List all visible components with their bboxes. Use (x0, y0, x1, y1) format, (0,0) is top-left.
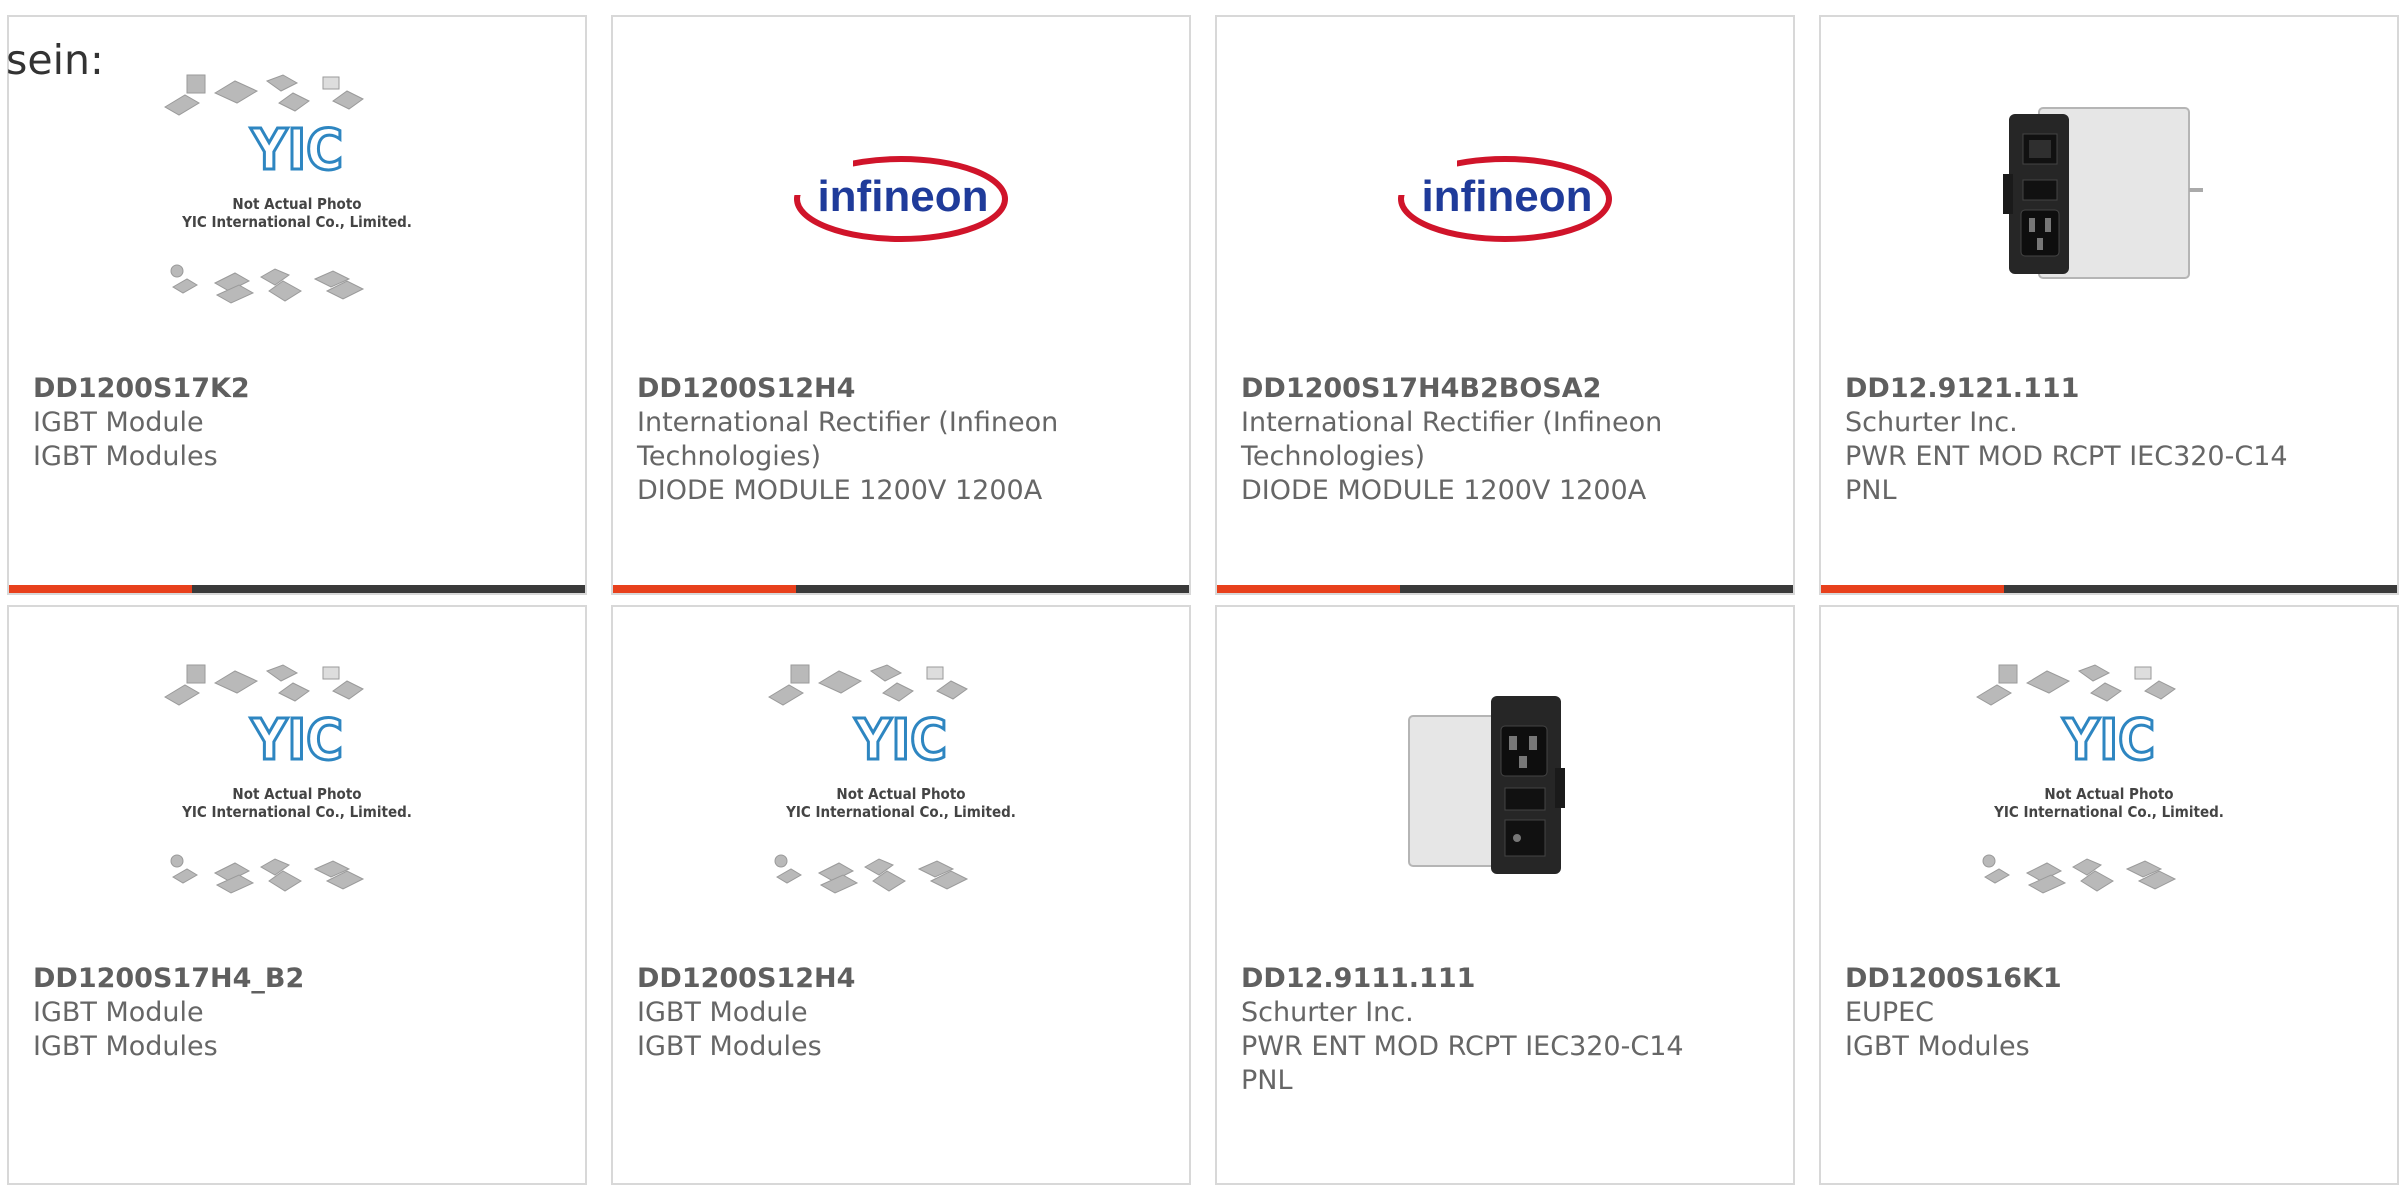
card-accent-bar (1217, 585, 1400, 593)
product-info: DD12.9121.111 Schurter Inc. PWR ENT MOD … (1845, 372, 2373, 508)
product-card[interactable]: DD12.9111.111 Schurter Inc. PWR ENT MOD … (1215, 605, 1795, 1185)
svg-text:Not Actual Photo: Not Actual Photo (2044, 785, 2173, 803)
part-number-link[interactable]: DD1200S17H4_B2 (33, 962, 561, 996)
product-manufacturer-cont: Technologies) (637, 441, 821, 472)
product-description: DIODE MODULE 1200V 1200A (1241, 475, 1647, 506)
product-card[interactable]: DD12.9121.111 Schurter Inc. PWR ENT MOD … (1819, 15, 2399, 595)
power-entry-module-photo (1408, 696, 1565, 874)
yic-placeholder-image: YIC Not Actual Photo YIC International C… (768, 664, 1016, 894)
product-image[interactable]: infineon (1217, 73, 1793, 323)
product-card[interactable]: YIC Not Actual Photo YIC International C… (1819, 605, 2399, 1185)
product-card[interactable]: infineon DD1200S12H4 International Recti… (611, 15, 1191, 595)
product-image[interactable] (1821, 73, 2397, 323)
product-info: DD12.9111.111 Schurter Inc. PWR ENT MOD … (1241, 962, 1769, 1098)
card-accent-bar (9, 585, 192, 593)
part-number-link[interactable]: DD12.9121.111 (1845, 372, 2373, 406)
yic-logo: YIC (2062, 708, 2155, 773)
part-number-link[interactable]: DD12.9111.111 (1241, 962, 1769, 996)
svg-text:Not Actual Photo: Not Actual Photo (836, 785, 965, 803)
product-manufacturer: Schurter Inc. (1241, 997, 1414, 1028)
yic-placeholder-image: YIC Not Actual Photo YIC International C… (164, 664, 412, 894)
infineon-logo: infineon (1397, 155, 1612, 242)
product-description: DIODE MODULE 1200V 1200A (637, 475, 1043, 506)
product-description: PWR ENT MOD RCPT IEC320-C14 (1241, 1031, 1684, 1062)
product-image[interactable]: YIC Not Actual Photo YIC International C… (1821, 663, 2397, 913)
svg-text:YIC International Co., Limited: YIC International Co., Limited. (1993, 803, 2224, 821)
svg-text:YIC International Co., Limited: YIC International Co., Limited. (181, 803, 412, 821)
product-card[interactable]: YIC Not Actual Photo YIC International C… (7, 605, 587, 1185)
product-info: DD1200S12H4 IGBT Module IGBT Modules (637, 962, 1165, 1064)
product-card[interactable]: YIC Not Actual Photo YIC International C… (7, 15, 587, 595)
product-info: DD1200S16K1 EUPEC IGBT Modules (1845, 962, 2373, 1064)
yic-logo: YIC (250, 118, 343, 183)
product-manufacturer: International Rectifier (Infineon (1241, 407, 1663, 438)
product-image[interactable]: YIC Not Actual Photo YIC International C… (613, 663, 1189, 913)
power-entry-module-photo (2003, 107, 2203, 279)
product-manufacturer-cont: Technologies) (1241, 441, 1425, 472)
product-info: DD1200S17H4_B2 IGBT Module IGBT Modules (33, 962, 561, 1064)
card-hover-bar (1217, 585, 1793, 593)
product-image[interactable] (1217, 663, 1793, 913)
product-manufacturer: IGBT Module (33, 997, 204, 1028)
svg-text:Not Actual Photo: Not Actual Photo (232, 195, 361, 213)
card-accent-bar (613, 585, 796, 593)
svg-text:Not Actual Photo: Not Actual Photo (232, 785, 361, 803)
product-description: IGBT Modules (637, 1031, 822, 1062)
svg-text:infineon: infineon (817, 172, 988, 221)
card-hover-bar (1821, 585, 2397, 593)
part-number-link[interactable]: DD1200S12H4 (637, 962, 1165, 996)
part-number-link[interactable]: DD1200S17H4B2BOSA2 (1241, 372, 1769, 406)
product-manufacturer: International Rectifier (Infineon (637, 407, 1059, 438)
yic-placeholder-image: YIC Not Actual Photo YIC International C… (1976, 664, 2224, 894)
yic-logo: YIC (250, 708, 343, 773)
product-description: IGBT Modules (33, 1031, 218, 1062)
product-info: DD1200S12H4 International Rectifier (Inf… (637, 372, 1165, 508)
product-image[interactable]: YIC Not Actual Photo YIC International C… (9, 73, 585, 323)
product-description-cont: PNL (1845, 475, 1897, 506)
yic-placeholder-image: YIC Not Actual Photo YIC International C… (164, 74, 412, 304)
product-image[interactable]: infineon (613, 73, 1189, 323)
section-heading-partial: sein: (6, 36, 104, 84)
product-manufacturer: IGBT Module (637, 997, 808, 1028)
part-number-link[interactable]: DD1200S16K1 (1845, 962, 2373, 996)
svg-text:YIC International Co., Limited: YIC International Co., Limited. (181, 213, 412, 231)
product-image[interactable]: YIC Not Actual Photo YIC International C… (9, 663, 585, 913)
part-number-link[interactable]: DD1200S17K2 (33, 372, 561, 406)
product-description: PWR ENT MOD RCPT IEC320-C14 (1845, 441, 2288, 472)
product-manufacturer: EUPEC (1845, 997, 1935, 1028)
card-accent-bar (1821, 585, 2004, 593)
infineon-logo: infineon (793, 155, 1008, 242)
card-hover-bar (613, 585, 1189, 593)
product-manufacturer: IGBT Module (33, 407, 204, 438)
svg-text:YIC International Co., Limited: YIC International Co., Limited. (785, 803, 1016, 821)
product-manufacturer: Schurter Inc. (1845, 407, 2018, 438)
product-description: IGBT Modules (1845, 1031, 2030, 1062)
svg-text:infineon: infineon (1421, 172, 1592, 221)
card-hover-bar (9, 585, 585, 593)
product-card[interactable]: infineon DD1200S17H4B2BOSA2 Internationa… (1215, 15, 1795, 595)
product-info: DD1200S17H4B2BOSA2 International Rectifi… (1241, 372, 1769, 508)
product-info: DD1200S17K2 IGBT Module IGBT Modules (33, 372, 561, 474)
product-card[interactable]: YIC Not Actual Photo YIC International C… (611, 605, 1191, 1185)
product-description: IGBT Modules (33, 441, 218, 472)
product-description-cont: PNL (1241, 1065, 1293, 1096)
part-number-link[interactable]: DD1200S12H4 (637, 372, 1165, 406)
yic-logo: YIC (854, 708, 947, 773)
